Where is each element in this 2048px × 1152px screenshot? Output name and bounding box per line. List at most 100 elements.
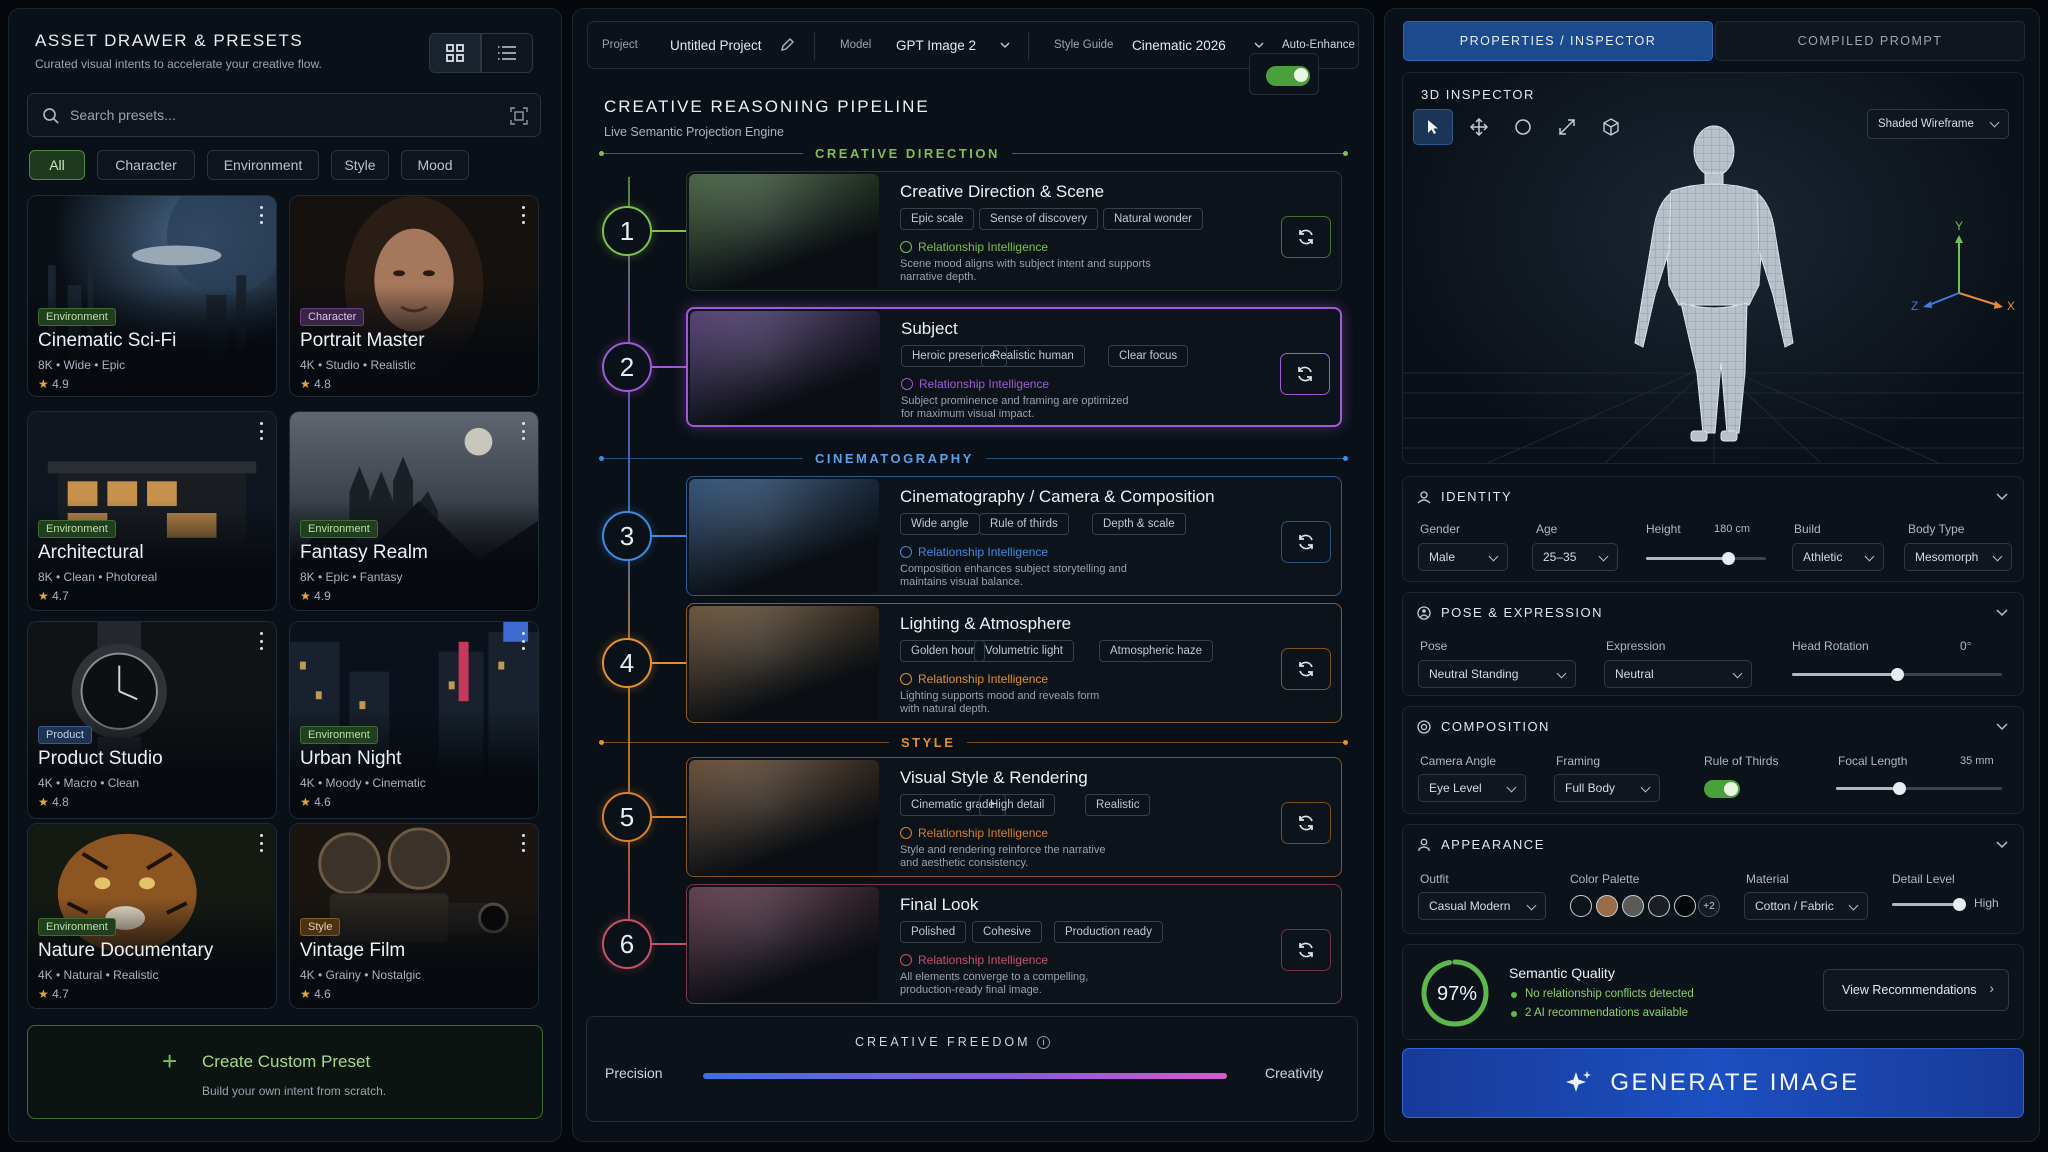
move-tool-button[interactable]	[1459, 109, 1499, 145]
tab-properties[interactable]: PROPERTIES / INSPECTOR	[1403, 21, 1713, 61]
rotate-tool-button[interactable]	[1503, 109, 1543, 145]
filter-environment[interactable]: Environment	[207, 150, 319, 180]
regenerate-button[interactable]	[1281, 521, 1331, 563]
pipeline-stage-3[interactable]: Cinematography / Camera & Composition Wid…	[686, 476, 1342, 596]
palette-more[interactable]: +2	[1698, 895, 1720, 917]
stage-tag[interactable]: Epic scale	[900, 208, 975, 230]
stage-tag[interactable]: Cohesive	[972, 921, 1042, 943]
preset-card-cinematic-scifi[interactable]: Environment Cinematic Sci-Fi 8K • Wide •…	[27, 195, 277, 397]
outfit-select[interactable]: Casual Modern	[1418, 892, 1546, 920]
creative-freedom-slider[interactable]	[703, 1073, 1227, 1079]
preset-card-architectural[interactable]: Environment Architectural 8K • Clean • P…	[27, 411, 277, 611]
chevron-down-icon[interactable]	[1000, 41, 1010, 49]
chevron-down-icon[interactable]	[1995, 719, 2009, 733]
preset-card-vintage-film[interactable]: Style Vintage Film 4K • Grainy • Nostalg…	[289, 823, 539, 1009]
stage-tag[interactable]: Polished	[900, 921, 967, 943]
preset-card-nature-documentary[interactable]: Environment Nature Documentary 4K • Natu…	[27, 823, 277, 1009]
preset-card-urban-night[interactable]: Environment Urban Night 4K • Moody • Cin…	[289, 621, 539, 819]
body-type-select[interactable]: Mesomorph	[1904, 543, 2012, 571]
appearance-header[interactable]: APPEARANCE	[1417, 837, 1545, 852]
focal-length-slider[interactable]	[1836, 782, 2002, 795]
pipeline-stage-2[interactable]: Subject Heroic presence Realistic human Cle…	[686, 307, 1342, 427]
grid-view-button[interactable]	[429, 33, 481, 73]
palette-swatch[interactable]	[1648, 895, 1670, 917]
slider-knob[interactable]	[1721, 552, 1735, 565]
camera-angle-select[interactable]: Eye Level	[1418, 774, 1526, 802]
more-icon[interactable]	[256, 834, 266, 852]
stage-tag[interactable]: Clear focus	[1108, 345, 1189, 367]
regenerate-button[interactable]	[1281, 216, 1331, 258]
render-mode-select[interactable]: Shaded Wireframe	[1867, 109, 2009, 139]
pipeline-stage-6[interactable]: Final Look Polished Cohesive Production rea…	[686, 884, 1342, 1004]
build-select[interactable]: Athletic	[1792, 543, 1884, 571]
detail-level-slider[interactable]	[1892, 898, 1966, 911]
palette-swatch[interactable]	[1596, 895, 1618, 917]
filter-all[interactable]: All	[29, 150, 85, 180]
regenerate-button[interactable]	[1280, 353, 1330, 395]
stage-tag[interactable]: Production ready	[1054, 921, 1163, 943]
height-slider[interactable]	[1646, 552, 1766, 565]
regenerate-button[interactable]	[1281, 802, 1331, 844]
more-icon[interactable]	[256, 422, 266, 440]
model-select[interactable]: GPT Image 2	[896, 38, 1012, 53]
pipeline-stage-1[interactable]: Creative Direction & Scene Epic scale Sens…	[686, 171, 1342, 291]
age-select[interactable]: 25–35	[1532, 543, 1618, 571]
info-icon[interactable]: i	[1037, 1036, 1051, 1050]
more-icon[interactable]	[518, 632, 528, 650]
scale-tool-button[interactable]	[1547, 109, 1587, 145]
stage-tag[interactable]: Wide angle	[900, 513, 980, 535]
scan-icon[interactable]	[510, 107, 528, 125]
more-icon[interactable]	[518, 206, 528, 224]
pose-header[interactable]: POSE & EXPRESSION	[1417, 605, 1603, 620]
composition-header[interactable]: COMPOSITION	[1417, 719, 1550, 734]
stage-tag[interactable]: Natural wonder	[1103, 208, 1203, 230]
more-icon[interactable]	[256, 632, 266, 650]
palette-swatch[interactable]	[1674, 895, 1696, 917]
pose-select[interactable]: Neutral Standing	[1418, 660, 1576, 688]
rule-of-thirds-toggle[interactable]	[1704, 780, 1740, 798]
pipeline-stage-5[interactable]: Visual Style & Rendering Cinematic grade H…	[686, 757, 1342, 877]
more-icon[interactable]	[518, 834, 528, 852]
more-icon[interactable]	[518, 422, 528, 440]
pipeline-stage-4[interactable]: Lighting & Atmosphere Golden hour Volumetr…	[686, 603, 1342, 723]
filter-style[interactable]: Style	[331, 150, 389, 180]
preset-card-fantasy-realm[interactable]: Environment Fantasy Realm 8K • Epic • Fa…	[289, 411, 539, 611]
create-custom-preset-button[interactable]: + Create Custom Preset Build your own in…	[27, 1025, 543, 1119]
filter-character[interactable]: Character	[97, 150, 195, 180]
chevron-down-icon[interactable]	[1995, 837, 2009, 851]
select-tool-button[interactable]	[1413, 109, 1453, 145]
stage-tag[interactable]: High detail	[979, 794, 1056, 816]
palette-swatch[interactable]	[1570, 895, 1592, 917]
expression-select[interactable]: Neutral	[1604, 660, 1752, 688]
stage-tag[interactable]: Depth & scale	[1092, 513, 1186, 535]
regenerate-button[interactable]	[1281, 648, 1331, 690]
slider-knob[interactable]	[1891, 668, 1904, 681]
view-recommendations-button[interactable]: View Recommendations ›	[1823, 969, 2009, 1011]
stage-tag[interactable]: Volumetric light	[974, 640, 1074, 662]
palette-swatch[interactable]	[1622, 895, 1644, 917]
auto-enhance-toggle[interactable]	[1266, 66, 1310, 86]
style-guide-select[interactable]: Cinematic 2026	[1132, 38, 1226, 53]
project-name[interactable]: Untitled Project	[670, 38, 762, 53]
slider-knob[interactable]	[1952, 898, 1966, 911]
stage-tag[interactable]: Realistic	[1085, 794, 1151, 816]
regenerate-button[interactable]	[1281, 929, 1331, 971]
preset-card-portrait-master[interactable]: Character Portrait Master 4K • Studio • …	[289, 195, 539, 397]
gender-select[interactable]: Male	[1418, 543, 1508, 571]
filter-mood[interactable]: Mood	[401, 150, 469, 180]
stage-tag[interactable]: Golden hour	[900, 640, 986, 662]
generate-image-button[interactable]: GENERATE IMAGE	[1402, 1048, 2024, 1118]
stage-tag[interactable]: Realistic human	[981, 345, 1085, 367]
chevron-down-icon[interactable]	[1995, 489, 2009, 503]
search-input[interactable]: Search presets...	[27, 93, 541, 137]
chevron-down-icon[interactable]	[1254, 41, 1264, 49]
pencil-icon[interactable]	[780, 38, 794, 52]
tab-compiled-prompt[interactable]: COMPILED PROMPT	[1715, 21, 2025, 61]
more-icon[interactable]	[256, 206, 266, 224]
stage-tag[interactable]: Rule of thirds	[979, 513, 1069, 535]
chevron-down-icon[interactable]	[1995, 605, 2009, 619]
identity-header[interactable]: IDENTITY	[1417, 489, 1512, 504]
slider-knob[interactable]	[1893, 782, 1907, 795]
list-view-button[interactable]	[481, 33, 533, 73]
stage-tag[interactable]: Sense of discovery	[979, 208, 1099, 230]
